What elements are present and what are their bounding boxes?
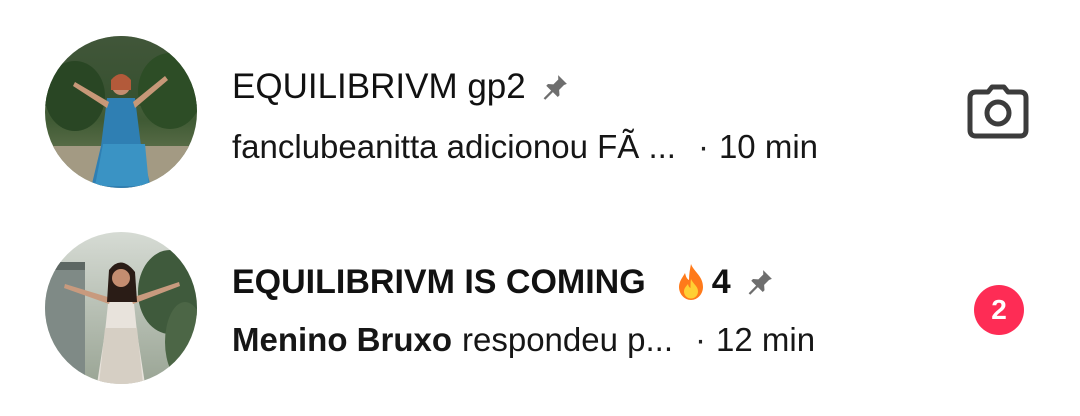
streak-count: 4 <box>711 262 731 301</box>
avatar-image <box>45 232 197 384</box>
separator-dot: · <box>697 128 709 165</box>
conversation-title-line: EQUILIBRIVM gp2 <box>232 65 570 109</box>
conversation-row[interactable]: EQUILIBRIVM gp2 fanclubeanitta adicionou… <box>0 17 1080 207</box>
conversation-preview-line: Menino Bruxo respondeu p... · 12 min <box>232 318 815 362</box>
avatar[interactable] <box>45 36 197 188</box>
fire-icon <box>674 263 708 301</box>
conversation-name: EQUILIBRIVM IS COMING <box>232 262 646 301</box>
message-sender: Menino Bruxo <box>232 321 452 358</box>
avatar-image <box>45 36 197 188</box>
pin-icon <box>745 267 775 297</box>
conversation-list: EQUILIBRIVM gp2 fanclubeanitta adicionou… <box>0 0 1080 416</box>
timestamp: 10 min <box>718 128 819 165</box>
timestamp: 12 min <box>716 321 816 358</box>
avatar[interactable] <box>45 232 197 384</box>
conversation-title-line: EQUILIBRIVM IS COMING 4 <box>232 260 775 304</box>
message-preview: respondeu p... <box>462 321 673 358</box>
conversation-row[interactable]: EQUILIBRIVM IS COMING 4 Menino Bruxo res… <box>0 213 1080 403</box>
pin-icon <box>540 72 570 102</box>
conversation-name: EQUILIBRIVM gp2 <box>232 67 526 106</box>
camera-icon[interactable] <box>966 84 1030 140</box>
unread-badge: 2 <box>974 285 1024 335</box>
separator-dot: · <box>695 321 706 358</box>
conversation-preview-line: fanclubeanitta adicionou FÃ ... · 10 min <box>232 125 818 169</box>
message-preview: fanclubeanitta adicionou FÃ ... <box>232 128 676 165</box>
